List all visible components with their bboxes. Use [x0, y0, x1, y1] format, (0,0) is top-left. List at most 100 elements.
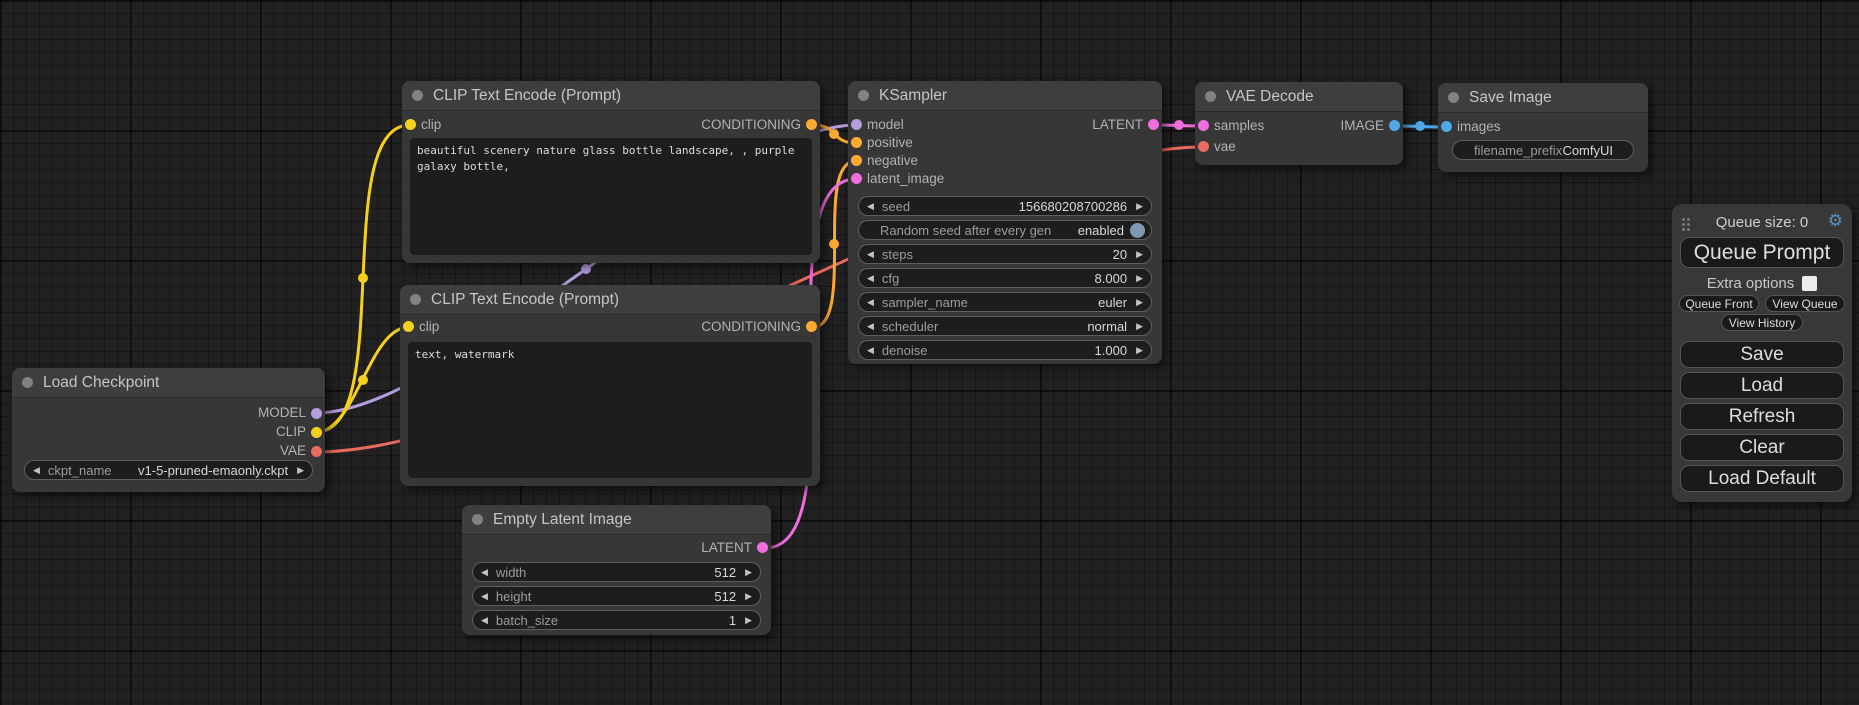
node-canvas[interactable]: { "colors": { "model": "#b39ddb", "clip"… [0, 0, 1859, 705]
vae-input-socket[interactable] [1198, 141, 1209, 152]
latent-output-socket[interactable] [1148, 119, 1159, 130]
model-input-socket[interactable] [851, 119, 862, 130]
collapse-dot-icon[interactable] [1448, 92, 1459, 103]
settings-gear-icon[interactable]: ⚙ [1828, 212, 1843, 229]
height-stepper[interactable]: ◀ height 512 ▶ [472, 586, 761, 606]
latent-output-socket[interactable] [757, 542, 768, 553]
cfg-stepper[interactable]: ◀ cfg 8.000 ▶ [858, 268, 1152, 288]
stepper-right-icon[interactable]: ▶ [1136, 346, 1143, 355]
scheduler-stepper[interactable]: ◀ scheduler normal ▶ [858, 316, 1152, 336]
batch-size-stepper[interactable]: ◀ batch_size 1 ▶ [472, 610, 761, 630]
stepper-right-icon[interactable]: ▶ [297, 466, 304, 475]
toggle-dot-icon[interactable] [1130, 223, 1145, 238]
widget-value: 156680208700286 [1019, 199, 1127, 214]
stepper-right-icon[interactable]: ▶ [1136, 322, 1143, 331]
input-label-vae: vae [1214, 139, 1236, 155]
input-label-latent-image: latent_image [867, 171, 944, 187]
collapse-dot-icon[interactable] [1205, 91, 1216, 102]
stepper-right-icon[interactable]: ▶ [745, 568, 752, 577]
stepper-left-icon[interactable]: ◀ [867, 274, 874, 283]
conditioning-output-socket[interactable] [806, 119, 817, 130]
denoise-stepper[interactable]: ◀ denoise 1.000 ▶ [858, 340, 1152, 360]
widget-label: scheduler [882, 319, 938, 334]
output-label-model: MODEL [258, 405, 306, 421]
vae-output-socket[interactable] [311, 446, 322, 457]
clip-input-socket[interactable] [403, 321, 414, 332]
sampler-name-stepper[interactable]: ◀ sampler_name euler ▶ [858, 292, 1152, 312]
positive-prompt-textarea[interactable]: beautiful scenery nature glass bottle la… [410, 138, 812, 255]
stepper-left-icon[interactable]: ◀ [867, 202, 874, 211]
clear-button[interactable]: Clear [1680, 434, 1844, 461]
link-midpoint-dot[interactable] [358, 375, 368, 385]
load-default-button[interactable]: Load Default [1680, 465, 1844, 492]
node-save-image[interactable]: Save Image images filename_prefix ComfyU… [1438, 83, 1648, 172]
collapse-dot-icon[interactable] [410, 294, 421, 305]
width-stepper[interactable]: ◀ width 512 ▶ [472, 562, 761, 582]
widget-value: 1 [729, 613, 736, 628]
widget-label: width [496, 565, 526, 580]
link-midpoint-dot[interactable] [829, 239, 839, 249]
node-load-checkpoint[interactable]: Load Checkpoint MODEL CLIP VAE ◀ ckpt_na… [12, 368, 325, 492]
stepper-right-icon[interactable]: ▶ [1136, 274, 1143, 283]
stepper-right-icon[interactable]: ▶ [745, 592, 752, 601]
negative-input-socket[interactable] [851, 155, 862, 166]
stepper-right-icon[interactable]: ▶ [1136, 202, 1143, 211]
stepper-left-icon[interactable]: ◀ [867, 322, 874, 331]
collapse-dot-icon[interactable] [22, 377, 33, 388]
collapse-dot-icon[interactable] [472, 514, 483, 525]
link-midpoint-dot[interactable] [829, 129, 839, 139]
model-output-socket[interactable] [311, 408, 322, 419]
collapse-dot-icon[interactable] [412, 90, 423, 101]
view-queue-button[interactable]: View Queue [1765, 295, 1845, 312]
stepper-left-icon[interactable]: ◀ [33, 466, 40, 475]
save-button[interactable]: Save [1680, 341, 1844, 368]
node-ksampler[interactable]: KSampler model positive negative latent_… [848, 81, 1162, 364]
seed-stepper[interactable]: ◀ seed 156680208700286 ▶ [858, 196, 1152, 216]
widget-label: cfg [882, 271, 899, 286]
filename-prefix-field[interactable]: filename_prefix ComfyUI [1452, 140, 1634, 160]
stepper-right-icon[interactable]: ▶ [1136, 298, 1143, 307]
widget-label: batch_size [496, 613, 558, 628]
node-empty-latent-image[interactable]: Empty Latent Image LATENT ◀ width 512 ▶ … [462, 505, 771, 635]
stepper-left-icon[interactable]: ◀ [867, 346, 874, 355]
random-seed-toggle[interactable]: Random seed after every gen enabled [858, 220, 1152, 240]
samples-input-socket[interactable] [1198, 120, 1209, 131]
steps-stepper[interactable]: ◀ steps 20 ▶ [858, 244, 1152, 264]
link-midpoint-dot[interactable] [358, 273, 368, 283]
collapse-dot-icon[interactable] [858, 90, 869, 101]
view-history-button[interactable]: View History [1721, 314, 1803, 331]
link-midpoint-dot[interactable] [1174, 120, 1184, 130]
refresh-button[interactable]: Refresh [1680, 403, 1844, 430]
stepper-left-icon[interactable]: ◀ [481, 568, 488, 577]
node-vae-decode[interactable]: VAE Decode samples vae IMAGE [1195, 82, 1403, 165]
load-button[interactable]: Load [1680, 372, 1844, 399]
latent-image-input-socket[interactable] [851, 173, 862, 184]
widget-value: 512 [714, 589, 736, 604]
widget-value: v1-5-pruned-emaonly.ckpt [138, 463, 288, 478]
node-clip-text-encode-negative[interactable]: CLIP Text Encode (Prompt) clip CONDITION… [400, 285, 820, 486]
conditioning-output-socket[interactable] [806, 321, 817, 332]
stepper-right-icon[interactable]: ▶ [1136, 250, 1143, 259]
negative-prompt-textarea[interactable]: text, watermark [408, 342, 812, 478]
stepper-left-icon[interactable]: ◀ [481, 592, 488, 601]
extra-options-row: Extra options [1672, 275, 1852, 292]
ckpt-name-stepper[interactable]: ◀ ckpt_name v1-5-pruned-emaonly.ckpt ▶ [24, 460, 313, 480]
queue-prompt-button[interactable]: Queue Prompt [1680, 237, 1844, 268]
link-midpoint-dot[interactable] [1415, 121, 1425, 131]
link-midpoint-dot[interactable] [581, 264, 591, 274]
clip-input-socket[interactable] [405, 119, 416, 130]
stepper-left-icon[interactable]: ◀ [867, 250, 874, 259]
image-output-socket[interactable] [1389, 120, 1400, 131]
stepper-left-icon[interactable]: ◀ [867, 298, 874, 307]
stepper-right-icon[interactable]: ▶ [745, 616, 752, 625]
stepper-left-icon[interactable]: ◀ [481, 616, 488, 625]
queue-front-button[interactable]: Queue Front [1679, 295, 1759, 312]
clip-output-socket[interactable] [311, 427, 322, 438]
queue-size-label: Queue size: 0 [1672, 214, 1852, 231]
positive-input-socket[interactable] [851, 137, 862, 148]
widget-label: seed [882, 199, 910, 214]
input-label-negative: negative [867, 153, 918, 169]
extra-options-checkbox[interactable] [1802, 276, 1817, 291]
images-input-socket[interactable] [1441, 121, 1452, 132]
node-clip-text-encode-positive[interactable]: CLIP Text Encode (Prompt) clip CONDITION… [402, 81, 820, 263]
